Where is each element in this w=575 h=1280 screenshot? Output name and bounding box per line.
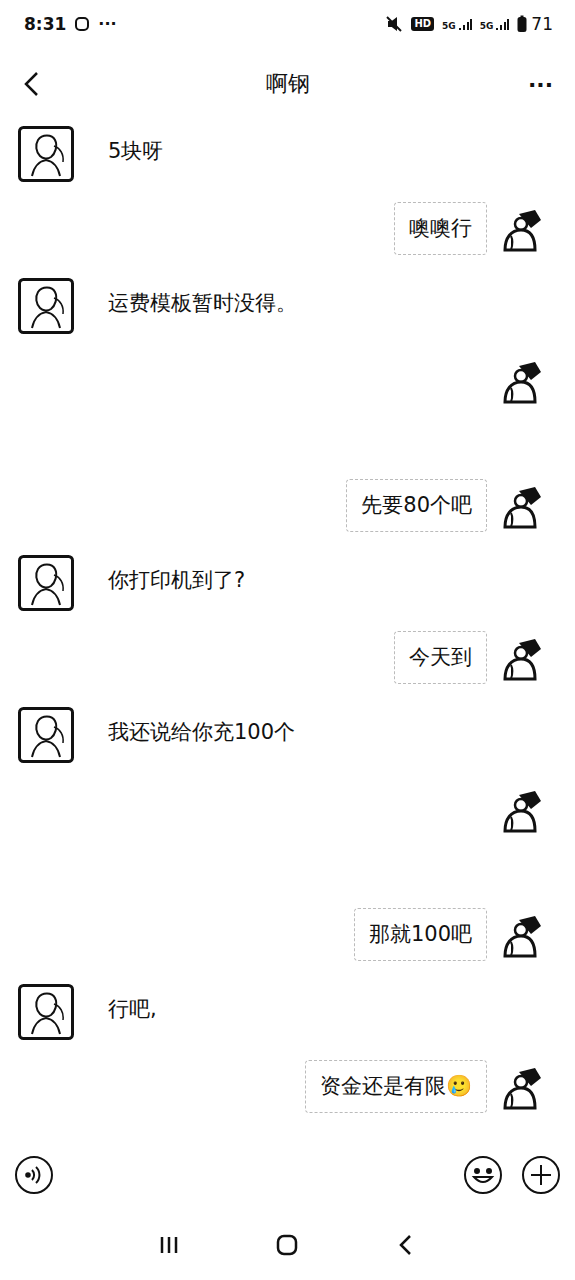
navigation-bar: [0, 1210, 575, 1280]
app-notification-icon: [74, 16, 90, 32]
message-bubble[interactable]: 5块呀: [96, 126, 177, 177]
back-button[interactable]: [22, 70, 62, 98]
mute-icon: [385, 15, 403, 33]
message-list: 5块呀噢噢行运费模板暂时没得。先要80个吧你打印机到了? 今天到我还说给你充100…: [0, 120, 575, 1140]
message-row: 今天到: [0, 631, 575, 687]
my-avatar-icon[interactable]: [497, 358, 547, 408]
my-avatar-icon[interactable]: [497, 787, 547, 837]
hd-badge: HD: [411, 17, 434, 31]
signal-icon: [495, 17, 509, 31]
contact-avatar-icon[interactable]: [18, 984, 74, 1040]
message-bubble[interactable]: 运费模板暂时没得。: [96, 278, 311, 329]
message-row: 你打印机到了?: [0, 555, 575, 611]
contact-avatar-icon[interactable]: [18, 707, 74, 763]
contact-avatar-icon[interactable]: [18, 278, 74, 334]
message-bubble[interactable]: 我还说给你充100个: [96, 707, 309, 758]
message-row: 资金还是有限🥲: [0, 1060, 575, 1116]
message-bubble[interactable]: 行吧,: [96, 984, 171, 1035]
emoji-icon[interactable]: [463, 1155, 503, 1195]
signal: 5G: [480, 17, 510, 31]
contact-avatar-icon[interactable]: [18, 126, 74, 182]
status-bar: 8:31 ··· HD 5G 5G 71: [0, 0, 575, 48]
chat-title: 啊钢: [62, 69, 513, 99]
chat-header: 啊钢···: [0, 48, 575, 120]
back-arrow-icon: [22, 70, 42, 98]
contact-avatar-icon[interactable]: [18, 555, 74, 611]
message-bubble[interactable]: 你打印机到了?: [96, 555, 259, 606]
my-avatar-icon[interactable]: [497, 912, 547, 962]
message-bubble[interactable]: 那就100吧: [354, 908, 487, 961]
message-bubble[interactable]: 噢噢行: [394, 202, 487, 255]
signal: 5G: [442, 17, 472, 31]
message-row: [0, 783, 575, 888]
time: 8:31: [24, 16, 66, 33]
message-bubble[interactable]: 先要80个吧: [346, 479, 487, 532]
battery: 71: [517, 15, 553, 33]
my-avatar-icon[interactable]: [497, 635, 547, 685]
more-notifications: ···: [98, 16, 116, 32]
back-nav-icon[interactable]: [394, 1233, 418, 1257]
message-row: 我还说给你充100个: [0, 707, 575, 763]
input-bar: [0, 1140, 575, 1210]
message-row: 5块呀: [0, 126, 575, 182]
chat-screen: 8:31···HD5G5G71啊钢···5块呀噢噢行运费模板暂时没得。先要80个…: [0, 0, 575, 1280]
message-bubble[interactable]: 资金还是有限🥲: [305, 1060, 487, 1113]
message-row: 运费模板暂时没得。: [0, 278, 575, 334]
my-avatar-icon[interactable]: [497, 483, 547, 533]
plus-icon[interactable]: [521, 1155, 561, 1195]
my-avatar-icon[interactable]: [497, 1064, 547, 1114]
message-row: 先要80个吧: [0, 479, 575, 535]
message-row: 行吧,: [0, 984, 575, 1040]
message-row: 噢噢行: [0, 202, 575, 258]
home-icon[interactable]: [275, 1233, 299, 1257]
more-button[interactable]: ···: [513, 72, 553, 97]
my-avatar-icon[interactable]: [497, 206, 547, 256]
recent-apps-icon[interactable]: [157, 1233, 181, 1257]
battery-icon: [517, 15, 527, 33]
message-row: [0, 354, 575, 459]
voice-icon[interactable]: [14, 1155, 54, 1195]
message-row: 那就100吧: [0, 908, 575, 964]
message-bubble[interactable]: 今天到: [394, 631, 487, 684]
signal-icon: [458, 17, 472, 31]
